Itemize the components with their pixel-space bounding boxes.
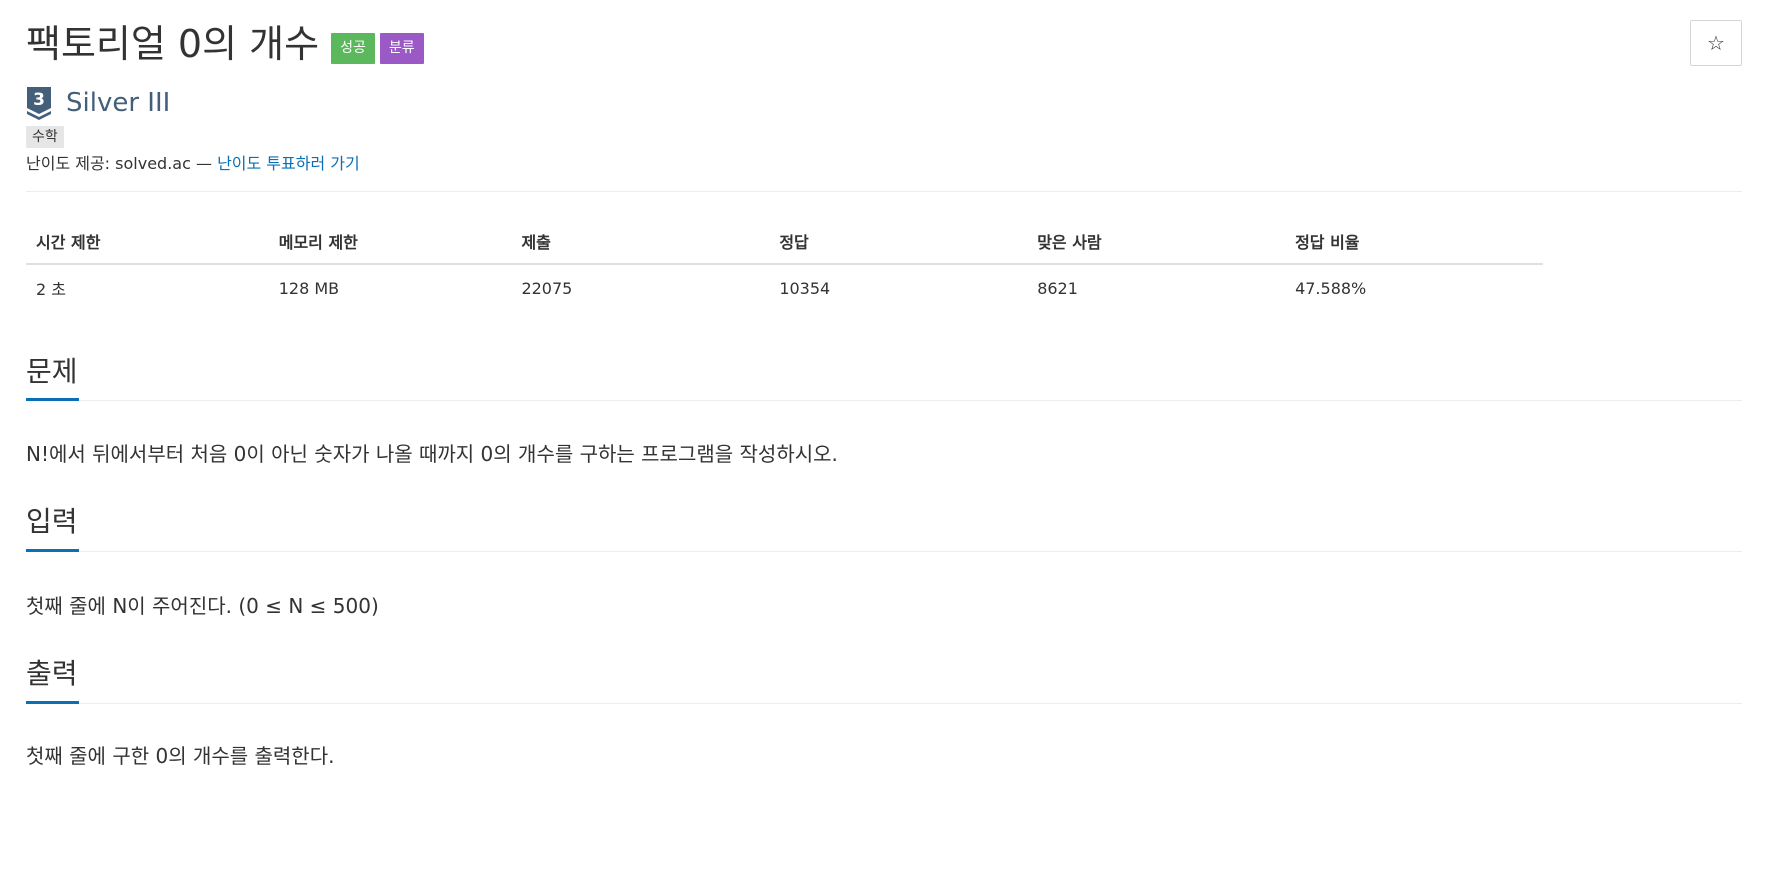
tag-row: 수학 xyxy=(26,126,64,148)
output-section-underline xyxy=(26,701,79,704)
problem-section-heading: 문제 xyxy=(26,355,78,388)
stats-header-submissions: 제출 xyxy=(511,219,770,265)
category-badge[interactable]: 분류 xyxy=(379,32,424,64)
input-description: 첫째 줄에 N이 주어진다. (0 ≤ N ≤ 500) xyxy=(26,594,379,618)
header-divider xyxy=(26,191,1742,192)
stats-header-row: 시간 제한 메모리 제한 제출 정답 맞은 사람 정답 비율 xyxy=(26,219,1543,265)
problem-section-underline xyxy=(26,398,79,401)
stats-table: 시간 제한 메모리 제한 제출 정답 맞은 사람 정답 비율 2 초 128 M… xyxy=(26,219,1543,311)
silver-tier-icon: 3 xyxy=(27,87,51,120)
title-row: 팩토리얼 0의 개수 성공 분류 xyxy=(26,18,424,70)
success-badge[interactable]: 성공 xyxy=(331,32,375,64)
tier-row[interactable]: 3 Silver III xyxy=(26,86,170,120)
problem-section-line xyxy=(79,400,1742,401)
stats-value-memory-limit: 128 MB xyxy=(278,278,340,298)
output-description: 첫째 줄에 구한 0의 개수를 출력한다. xyxy=(26,744,335,768)
problem-title: 팩토리얼 0의 개수 xyxy=(26,22,320,66)
stats-header-accepted: 정답 xyxy=(769,219,1028,265)
difficulty-credit-text: 난이도 제공: solved.ac — xyxy=(26,154,218,173)
tier-level-number: 3 xyxy=(33,90,45,110)
vote-difficulty-link[interactable]: 난이도 투표하러 가기 xyxy=(217,154,360,173)
stats-value-time-limit: 2 초 xyxy=(36,280,66,299)
stats-value-submissions: 22075 xyxy=(521,278,573,298)
stats-value-accepted: 10354 xyxy=(779,278,831,298)
stats-header-time-limit: 시간 제한 xyxy=(26,219,269,265)
output-section-line xyxy=(79,703,1742,704)
algorithm-tag[interactable]: 수학 xyxy=(26,126,64,148)
stats-header-accept-ratio: 정답 비율 xyxy=(1285,219,1543,265)
input-section-heading: 입력 xyxy=(26,505,78,538)
input-section-line xyxy=(79,551,1742,552)
problem-page: 팩토리얼 0의 개수 성공 분류 ☆ 3 Silver III 수학 난이도 제… xyxy=(0,0,1767,890)
problem-description: N!에서 뒤에서부터 처음 0이 아닌 숫자가 나올 때까지 0의 개수를 구하… xyxy=(26,442,838,466)
stats-value-row: 2 초 128 MB 22075 10354 8621 47.588% xyxy=(26,264,1543,311)
difficulty-credit: 난이도 제공: solved.ac — 난이도 투표하러 가기 xyxy=(26,153,360,175)
stats-header-solved-users: 맞은 사람 xyxy=(1027,219,1286,265)
output-section-heading: 출력 xyxy=(26,657,78,690)
star-icon: ☆ xyxy=(1707,31,1725,55)
tier-name: Silver III xyxy=(66,88,171,118)
input-section-underline xyxy=(26,549,79,552)
stats-value-accept-ratio: 47.588% xyxy=(1295,278,1367,298)
star-button[interactable]: ☆ xyxy=(1690,20,1742,66)
stats-value-solved-users: 8621 xyxy=(1037,278,1078,298)
stats-header-memory-limit: 메모리 제한 xyxy=(268,219,512,265)
